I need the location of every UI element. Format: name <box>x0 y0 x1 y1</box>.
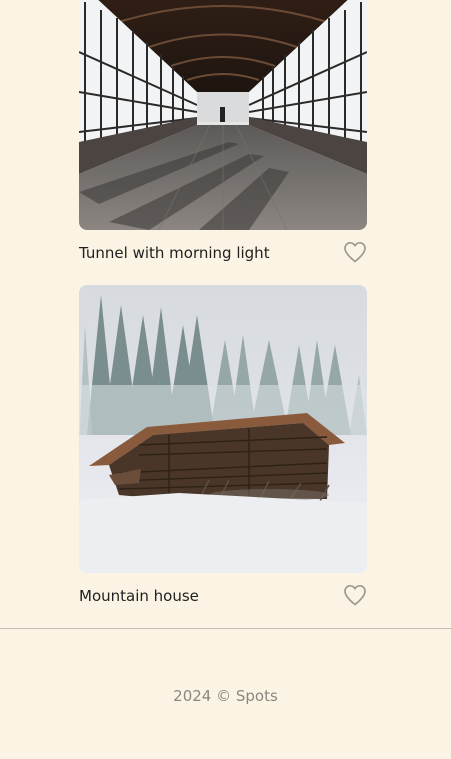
page: Tunnel with morning light Mountain house… <box>0 0 451 759</box>
card-footer: Tunnel with morning light <box>79 230 367 270</box>
card-title: Mountain house <box>79 587 199 605</box>
card-image-mountain-house <box>79 285 367 573</box>
footer-copyright: 2024 © Spots <box>173 687 278 705</box>
heart-icon <box>344 584 366 606</box>
like-button[interactable] <box>343 584 367 606</box>
like-button[interactable] <box>343 241 367 263</box>
heart-icon <box>344 241 366 263</box>
card-image-tunnel <box>79 0 367 230</box>
card-tunnel: Tunnel with morning light <box>79 0 367 270</box>
card-title: Tunnel with morning light <box>79 244 270 262</box>
footer-divider <box>0 628 451 629</box>
card-footer: Mountain house <box>79 573 367 613</box>
card-mountain-house: Mountain house <box>79 285 367 613</box>
